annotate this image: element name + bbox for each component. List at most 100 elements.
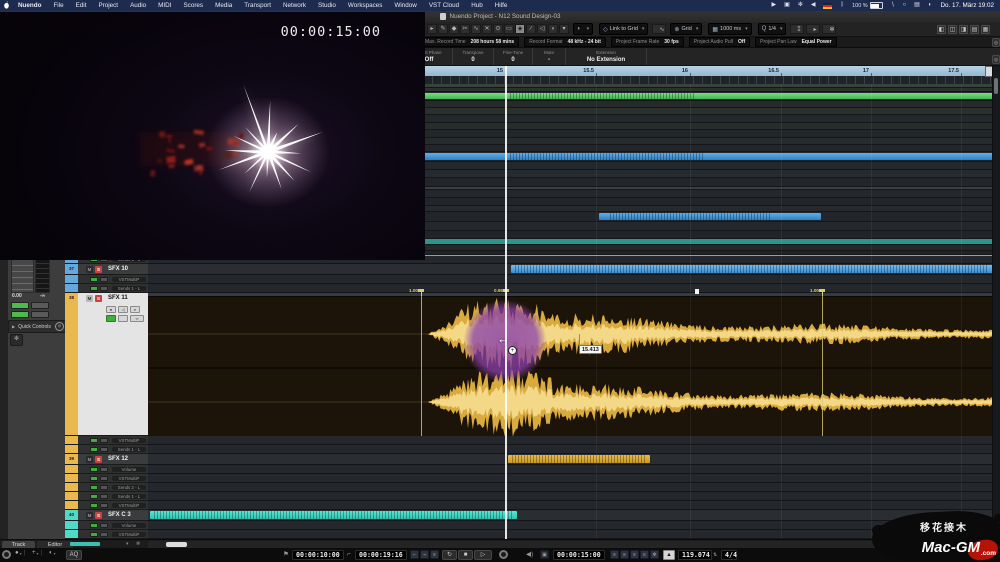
menu-item-nuendo[interactable]: Nuendo bbox=[12, 2, 47, 9]
cycle-button[interactable]: ↻ bbox=[442, 550, 457, 560]
keyboard-layout-de-flag[interactable] bbox=[823, 3, 832, 9]
toolbar-setup-button[interactable]: ✻ bbox=[822, 24, 836, 34]
track-row-volume[interactable]: Volume bbox=[65, 521, 148, 530]
audio-event[interactable] bbox=[150, 511, 517, 519]
horizontal-scroll-handle[interactable] bbox=[166, 542, 187, 547]
stop-button[interactable]: ■ bbox=[458, 550, 473, 560]
monitor-mode-group[interactable]: ◐▾ bbox=[49, 550, 58, 556]
locator-swap-icon[interactable]: ⌐ bbox=[347, 550, 351, 560]
track-row-body[interactable]: VSTMultiP bbox=[78, 501, 148, 509]
automation-read-button[interactable] bbox=[106, 315, 116, 322]
transport-mode-button[interactable] bbox=[2, 550, 11, 559]
track-row-volume[interactable]: Volume bbox=[65, 465, 148, 474]
lane-sends-1---l[interactable] bbox=[148, 492, 993, 501]
info-field-transpose[interactable]: Transpose0 bbox=[453, 48, 494, 65]
tempo-spinner[interactable]: ⇅ bbox=[713, 550, 717, 560]
track-row-vstmultip[interactable]: VSTMultiP bbox=[65, 275, 148, 284]
edit-channel-button[interactable] bbox=[31, 311, 49, 318]
editor-lane[interactable]: 1.000.981.00 bbox=[148, 293, 993, 436]
track-row-sfx-c-3[interactable]: 40MSSFX C 3 bbox=[65, 510, 148, 521]
track-row-body[interactable]: MSSFX 12 bbox=[78, 454, 148, 464]
zoom-gear-icon[interactable]: ✻ bbox=[136, 541, 140, 547]
zoom-tool[interactable]: ⊙ bbox=[493, 24, 503, 34]
record-enable-button[interactable]: ● bbox=[106, 306, 116, 313]
track-row-sfx-12[interactable]: 39MSSFX 12 bbox=[65, 454, 148, 465]
fade-line-0[interactable] bbox=[421, 296, 422, 436]
mute-button[interactable]: M bbox=[86, 456, 93, 463]
track-row-body[interactable]: Sends 1 - L bbox=[78, 445, 148, 453]
solo-button[interactable]: S bbox=[95, 512, 102, 519]
automation-follow-select[interactable]: ◗▾ bbox=[573, 23, 593, 35]
info-field-fine-tune[interactable]: Fine-Tune0 bbox=[494, 48, 533, 65]
zone-setup-toggle[interactable]: ▦ bbox=[981, 25, 990, 34]
mute-tool[interactable]: ▭ bbox=[504, 24, 514, 34]
pre-roll-button[interactable]: ≡ bbox=[430, 550, 439, 559]
selected-audio-event[interactable] bbox=[148, 296, 993, 436]
lane-sends-2---l[interactable] bbox=[148, 483, 993, 492]
feedback-tool[interactable]: ▾ bbox=[559, 24, 569, 34]
marker-3-button[interactable]: ≡ bbox=[630, 550, 639, 559]
menu-item-hilfe[interactable]: Hilfe bbox=[489, 2, 514, 9]
channel-fader[interactable] bbox=[11, 258, 34, 293]
apple-icon[interactable] bbox=[0, 1, 12, 11]
marker-1-button[interactable]: ≡ bbox=[610, 550, 619, 559]
aq-button[interactable]: AQ bbox=[66, 550, 82, 560]
metronome-button[interactable]: ▲ bbox=[663, 550, 675, 560]
play-tool[interactable]: ◁ bbox=[537, 24, 547, 34]
track-row-body[interactable]: VSTMultiP bbox=[78, 275, 148, 283]
menu-item-project[interactable]: Project bbox=[92, 2, 124, 9]
solo-button[interactable]: S bbox=[95, 295, 102, 302]
menu-item-network[interactable]: Network bbox=[277, 2, 312, 9]
automation-read-button[interactable] bbox=[90, 286, 98, 291]
quick-controls-icon[interactable]: ◎ bbox=[55, 322, 64, 331]
track-row-vstmultip[interactable]: VSTMultiP bbox=[65, 474, 148, 483]
spotlight-icon[interactable]: ○ bbox=[903, 0, 907, 11]
track-row-body[interactable]: Sends 1 - L bbox=[78, 284, 148, 292]
automation-read-button[interactable] bbox=[90, 485, 98, 490]
mute-button[interactable]: M bbox=[86, 295, 93, 302]
menu-item-workspaces[interactable]: Workspaces bbox=[342, 2, 389, 9]
automation-write-button[interactable] bbox=[100, 286, 108, 291]
swing-button[interactable]: ⁑ bbox=[790, 24, 804, 34]
color-tool[interactable]: ◗ bbox=[548, 24, 558, 34]
menu-item-window[interactable]: Window bbox=[388, 2, 422, 9]
automation-read-button[interactable] bbox=[90, 467, 98, 472]
automation-read-button[interactable] bbox=[90, 447, 98, 452]
audio-event[interactable] bbox=[511, 265, 993, 273]
zone-left-toggle[interactable]: ◧ bbox=[937, 25, 946, 34]
zone-right-toggle[interactable]: ◨ bbox=[959, 25, 968, 34]
marker-2-button[interactable]: ≡ bbox=[620, 550, 629, 559]
object-selection-tool[interactable]: ▸ bbox=[427, 24, 437, 34]
lane-sfx-10[interactable] bbox=[148, 264, 993, 275]
automation-write-button[interactable] bbox=[100, 494, 108, 499]
mute-button[interactable] bbox=[11, 302, 29, 309]
lane-vstmultip[interactable] bbox=[148, 436, 993, 445]
menu-item-file[interactable]: File bbox=[47, 2, 69, 9]
mute-button[interactable]: M bbox=[86, 266, 93, 273]
track-row-body[interactable]: VSTMultiP bbox=[78, 530, 148, 538]
automation-read-button[interactable] bbox=[90, 494, 98, 499]
menu-item-audio[interactable]: Audio bbox=[124, 2, 152, 9]
solo-button[interactable]: S bbox=[95, 456, 102, 463]
time-machine-icon[interactable]: ∖ bbox=[891, 0, 895, 11]
automation-read-button[interactable] bbox=[90, 438, 98, 443]
marker-4-button[interactable]: ≡ bbox=[640, 550, 649, 559]
fade-line-2[interactable] bbox=[822, 296, 823, 436]
display-icon[interactable]: ▣ bbox=[784, 0, 790, 11]
menu-item-midi[interactable]: MIDI bbox=[152, 2, 177, 9]
automation-write-button[interactable] bbox=[100, 467, 108, 472]
track-row-vstmultip[interactable]: VSTMultiP bbox=[65, 436, 148, 445]
track-row-vstmultip[interactable]: VSTMultiP bbox=[65, 530, 148, 539]
link-to-grid-select[interactable]: ◇ Link to Grid ▾ bbox=[599, 23, 648, 35]
speaker-icon[interactable]: ◀) bbox=[526, 550, 533, 560]
automation-read-button[interactable] bbox=[90, 503, 98, 508]
tracklist-zoom-bar[interactable] bbox=[70, 542, 100, 546]
track-row-body[interactable]: MSSFX 11●◁e∞ bbox=[78, 293, 148, 435]
event-marker[interactable] bbox=[695, 289, 699, 294]
lane-sends-1---l[interactable] bbox=[148, 445, 993, 454]
track-row-sfx-10[interactable]: 37MSSFX 10 bbox=[65, 264, 148, 275]
right-locator-display[interactable]: 00:00:19:16 bbox=[355, 550, 407, 560]
punch-in-button[interactable]: ⌐ bbox=[410, 550, 419, 559]
track-row-sends-1---l[interactable]: Sends 1 - L bbox=[65, 492, 148, 501]
crossfade-mode-group[interactable]: +▾| bbox=[32, 550, 42, 556]
